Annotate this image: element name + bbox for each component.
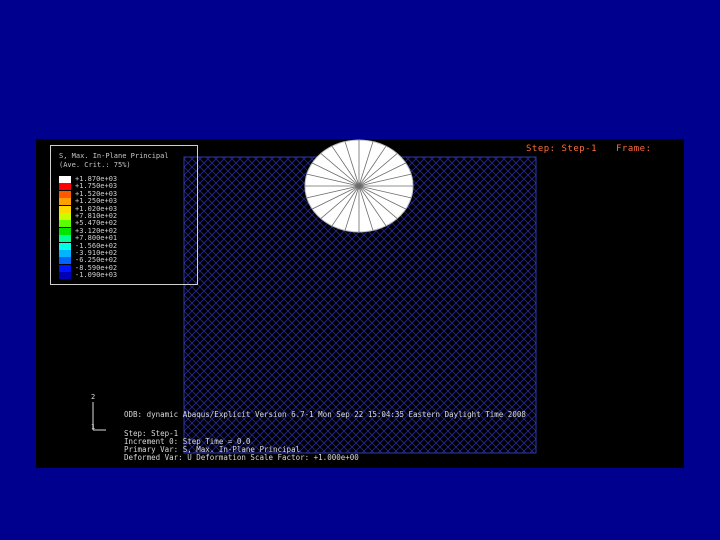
viewport[interactable]: Step: Step-1 Frame: S, Max. In-Plane Pri… xyxy=(36,139,684,468)
legend-swatch xyxy=(59,242,71,250)
legend-swatch xyxy=(59,235,71,243)
legend-swatch xyxy=(59,220,71,228)
legend-swatch xyxy=(59,198,71,206)
impactor-disc xyxy=(304,139,414,233)
legend-swatch xyxy=(59,205,71,213)
legend-subtitle: (Ave. Crit.: 75%) xyxy=(59,161,131,169)
triad-y-label: 2 xyxy=(91,393,96,401)
legend-swatch xyxy=(59,250,71,257)
legend-swatch xyxy=(59,257,71,265)
legend-swatch xyxy=(59,213,71,220)
contour-legend: S, Max. In-Plane Principal (Ave. Crit.: … xyxy=(50,145,198,285)
odb-info: ODB: dynamic Abaqus/Explicit Version 6.7… xyxy=(124,410,526,419)
frame-label: Frame: xyxy=(616,144,652,154)
legend-swatch xyxy=(59,272,71,280)
legend-swatch xyxy=(59,176,71,183)
step-label: Step: Step-1 xyxy=(526,144,598,154)
legend-title: S, Max. In-Plane Principal xyxy=(59,152,169,160)
deformed-var-info: Deformed Var: U Deformation Scale Factor… xyxy=(124,453,359,462)
legend-value: -1.090e+03 xyxy=(75,271,118,280)
legend-swatch xyxy=(59,183,71,191)
legend-swatch xyxy=(59,190,71,198)
legend-swatch xyxy=(59,264,71,272)
legend-swatch xyxy=(59,227,71,235)
triad-x-label: 1 xyxy=(91,423,96,431)
